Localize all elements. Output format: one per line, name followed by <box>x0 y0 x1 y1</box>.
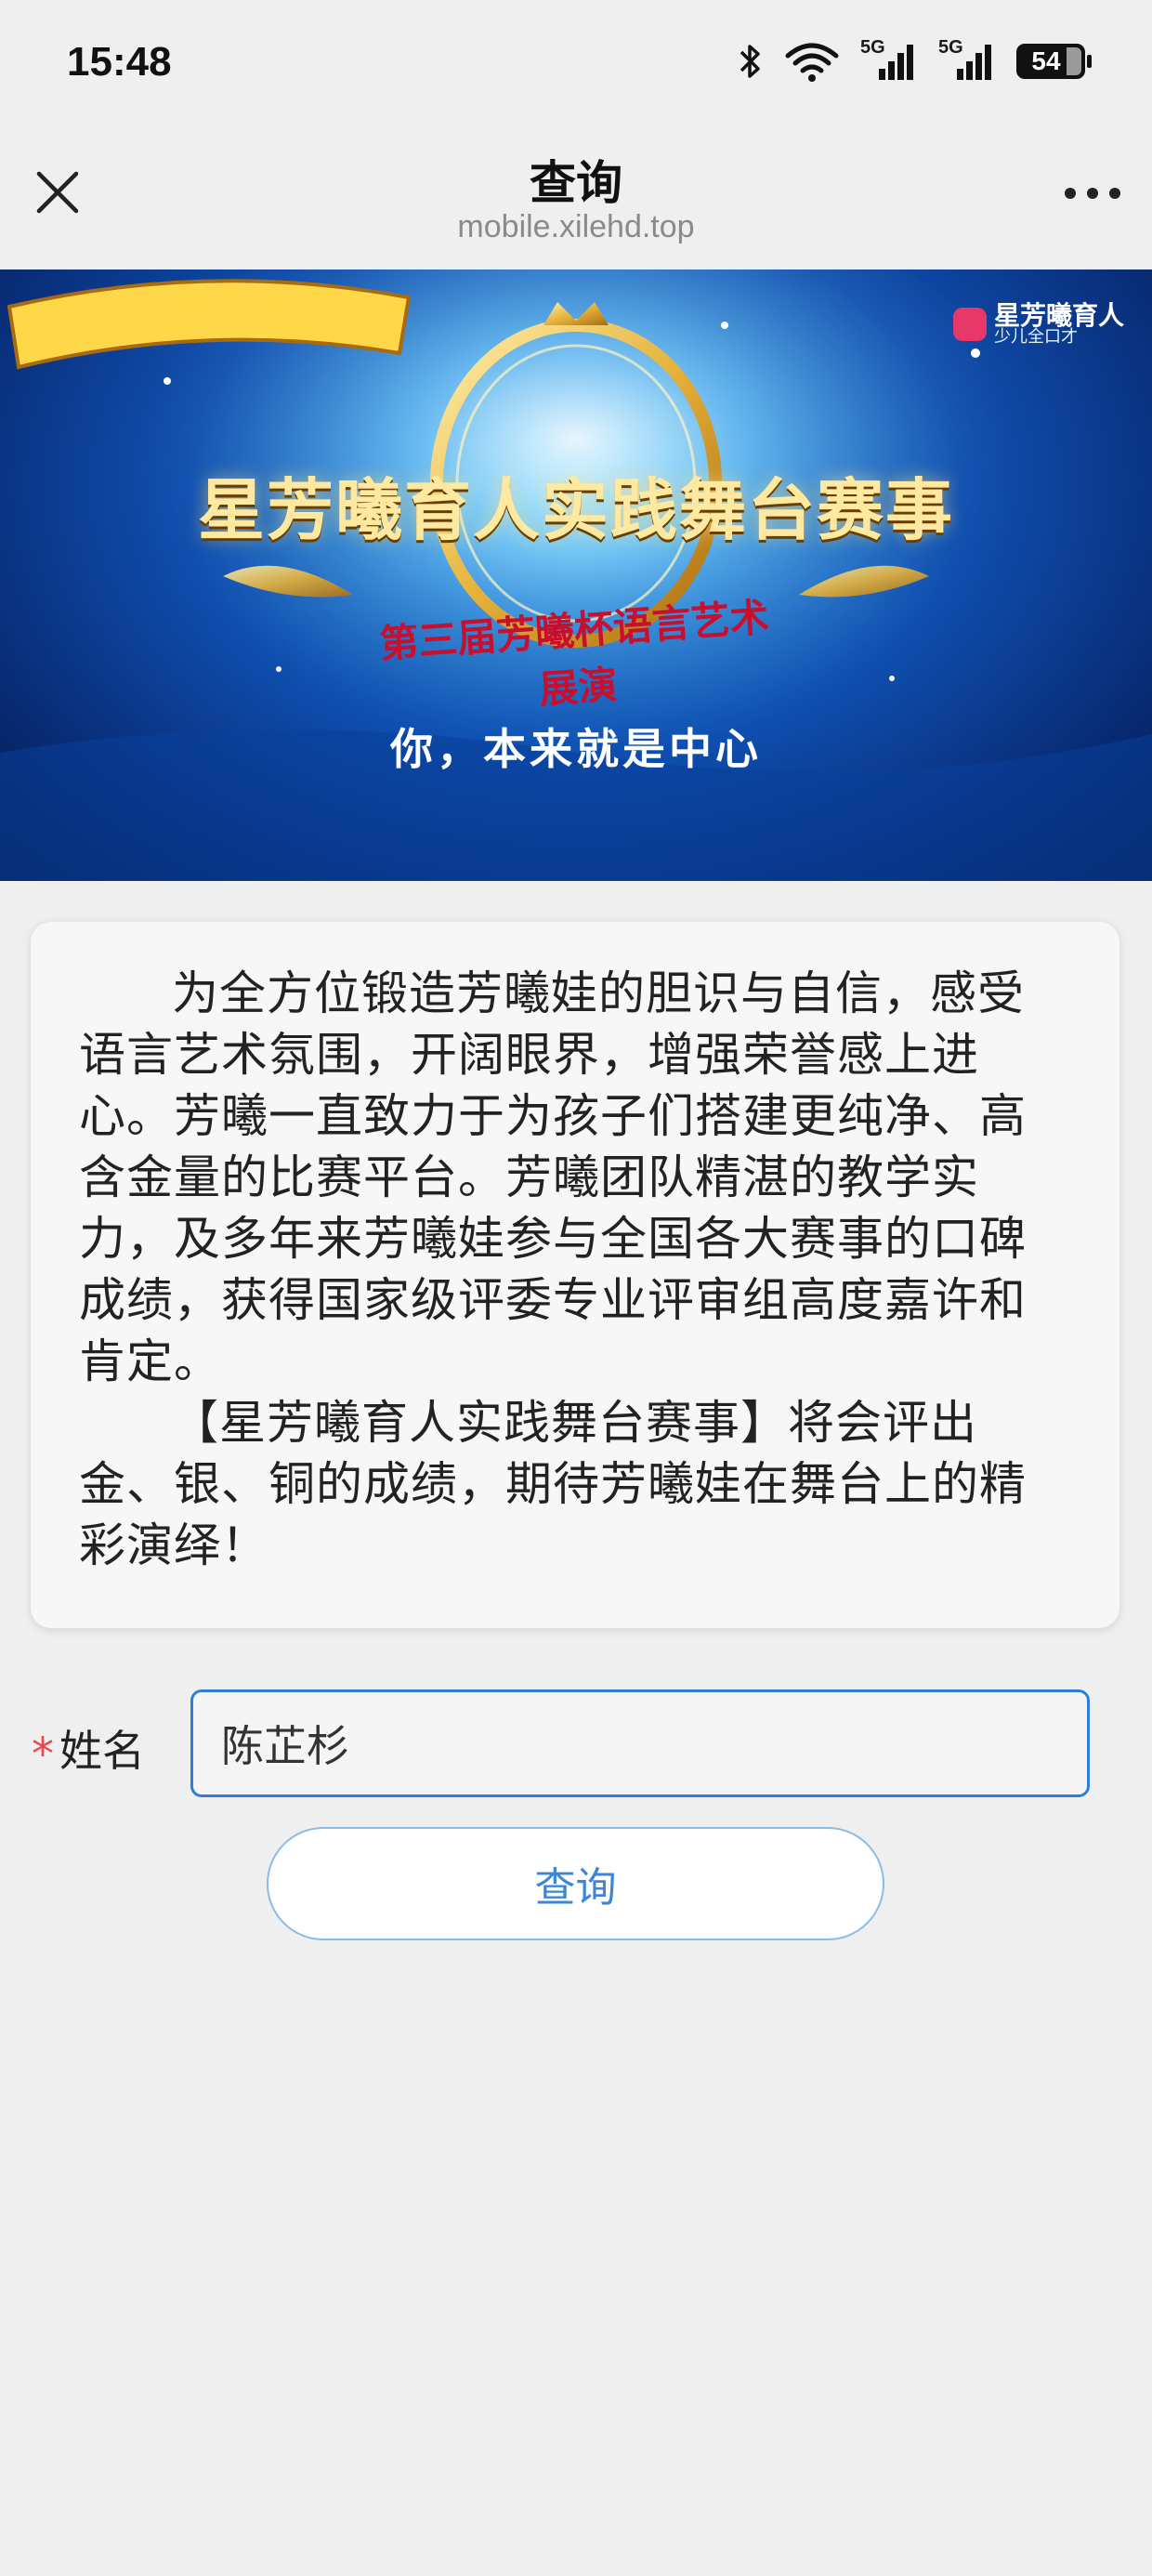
battery-icon: 54 <box>1016 44 1092 79</box>
intro-paragraph: 【星芳曦育人实践舞台赛事】将会评出金、银、铜的成绩，期待芳曦娃在舞台上的精彩演绎… <box>79 1396 1027 1572</box>
more-icon[interactable] <box>1059 179 1126 207</box>
query-button[interactable]: 查询 <box>267 1827 884 1940</box>
status-bar: 15:48 5G 5G 54 <box>0 0 1152 135</box>
name-input[interactable] <box>190 1689 1090 1797</box>
intro-card: 为全方位锻造芳曦娃的胆识与自信，感受语言艺术氛围，开阔眼界，增强荣誉感上进心。芳… <box>31 922 1119 1628</box>
bluetooth-icon <box>740 45 760 78</box>
name-form-row: * 姓名 <box>0 1689 1152 1799</box>
title-bar: 查询 mobile.xilehd.top <box>0 135 1152 269</box>
ribbon-graphic <box>7 279 412 370</box>
banner-slogan: 你，本来就是中心 <box>390 724 762 774</box>
logo-brand: 星芳曦育人 <box>993 300 1124 331</box>
logo-sub: 少儿全口才 <box>993 327 1078 347</box>
battery-level: 54 <box>1031 46 1061 75</box>
signal-5g-icon: 5G <box>860 37 918 82</box>
page-title: 查询 <box>530 156 622 210</box>
wifi-icon <box>785 43 839 82</box>
required-mark: * <box>32 1728 54 1781</box>
status-icons: 5G 5G 54 <box>738 37 1092 82</box>
name-label: 姓名 <box>59 1726 145 1776</box>
page-url: mobile.xilehd.top <box>457 209 695 244</box>
banner-title: 星芳曦育人实践舞台赛事 <box>197 471 954 549</box>
signal-5g-icon: 5G <box>938 37 996 82</box>
status-time: 15:48 <box>67 39 172 85</box>
event-banner: 星芳曦育人 少儿全口才 星芳曦育人 少儿全口才 星芳曦育人实践舞台赛事 第三届芳… <box>0 269 1152 881</box>
intro-paragraph: 为全方位锻造芳曦娃的胆识与自信，感受语言艺术氛围，开阔眼界，增强荣誉感上进心。芳… <box>79 966 1027 1388</box>
banner-logo-right: 星芳曦育人 少儿全口才 <box>952 300 1124 347</box>
